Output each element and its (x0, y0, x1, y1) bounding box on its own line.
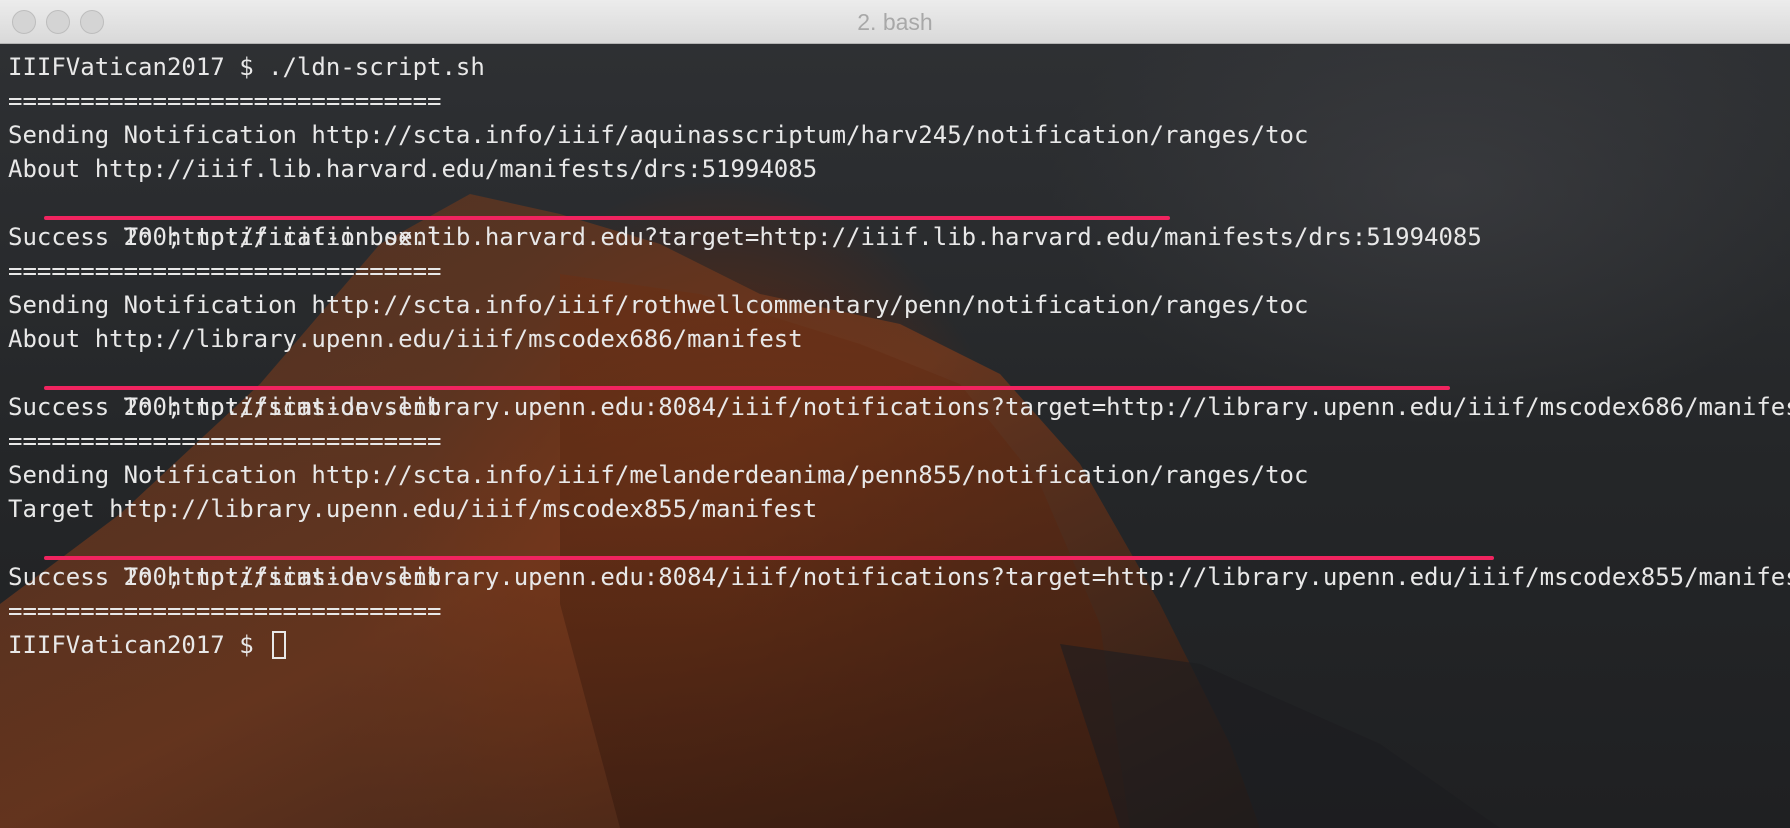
terminal-output: IIIFVatican2017 $ ./ldn-script.sh ======… (8, 50, 1790, 662)
terminal-line: IIIFVatican2017 $ ./ldn-script.sh (8, 53, 485, 81)
terminal-line-highlighted: To http://iiif-inbox.lib.harvard.edu?tar… (8, 186, 1790, 251)
shell-prompt: IIIFVatican2017 $ (8, 631, 269, 659)
terminal-line-highlighted: To http://sims-dev.library.upenn.edu:808… (8, 526, 1790, 591)
text-cursor (272, 631, 287, 659)
separator-line: ============================== (8, 257, 442, 285)
window-title: 2. bash (857, 9, 933, 35)
terminal-window: 2. bash IIIFVatican2017 $ ./ldn-script.s… (0, 0, 1790, 828)
terminal-line: Target http://library.upenn.edu/iiif/msc… (8, 495, 818, 523)
terminal-line-highlighted: To http://sims-dev.library.upenn.edu:808… (8, 356, 1790, 421)
prompt-line[interactable]: IIIFVatican2017 $ (8, 628, 1790, 662)
separator-line: ============================== (8, 597, 442, 625)
terminal-line: Sending Notification http://scta.info/ii… (8, 121, 1309, 149)
terminal-line: Success 200; notification sent (8, 563, 442, 591)
terminal-line: Success 200; notification sent (8, 223, 442, 251)
separator-line: ============================== (8, 87, 442, 115)
terminal-line: Success 200; notification sent (8, 393, 442, 421)
title-bar: 2. bash (0, 0, 1790, 44)
terminal-line: Sending Notification http://scta.info/ii… (8, 461, 1309, 489)
terminal-line: About http://iiif.lib.harvard.edu/manife… (8, 155, 818, 183)
terminal-line: About http://library.upenn.edu/iiif/msco… (8, 325, 803, 353)
separator-line: ============================== (8, 427, 442, 455)
terminal-pane[interactable]: IIIFVatican2017 $ ./ldn-script.sh ======… (0, 44, 1790, 828)
terminal-line: Sending Notification http://scta.info/ii… (8, 291, 1309, 319)
